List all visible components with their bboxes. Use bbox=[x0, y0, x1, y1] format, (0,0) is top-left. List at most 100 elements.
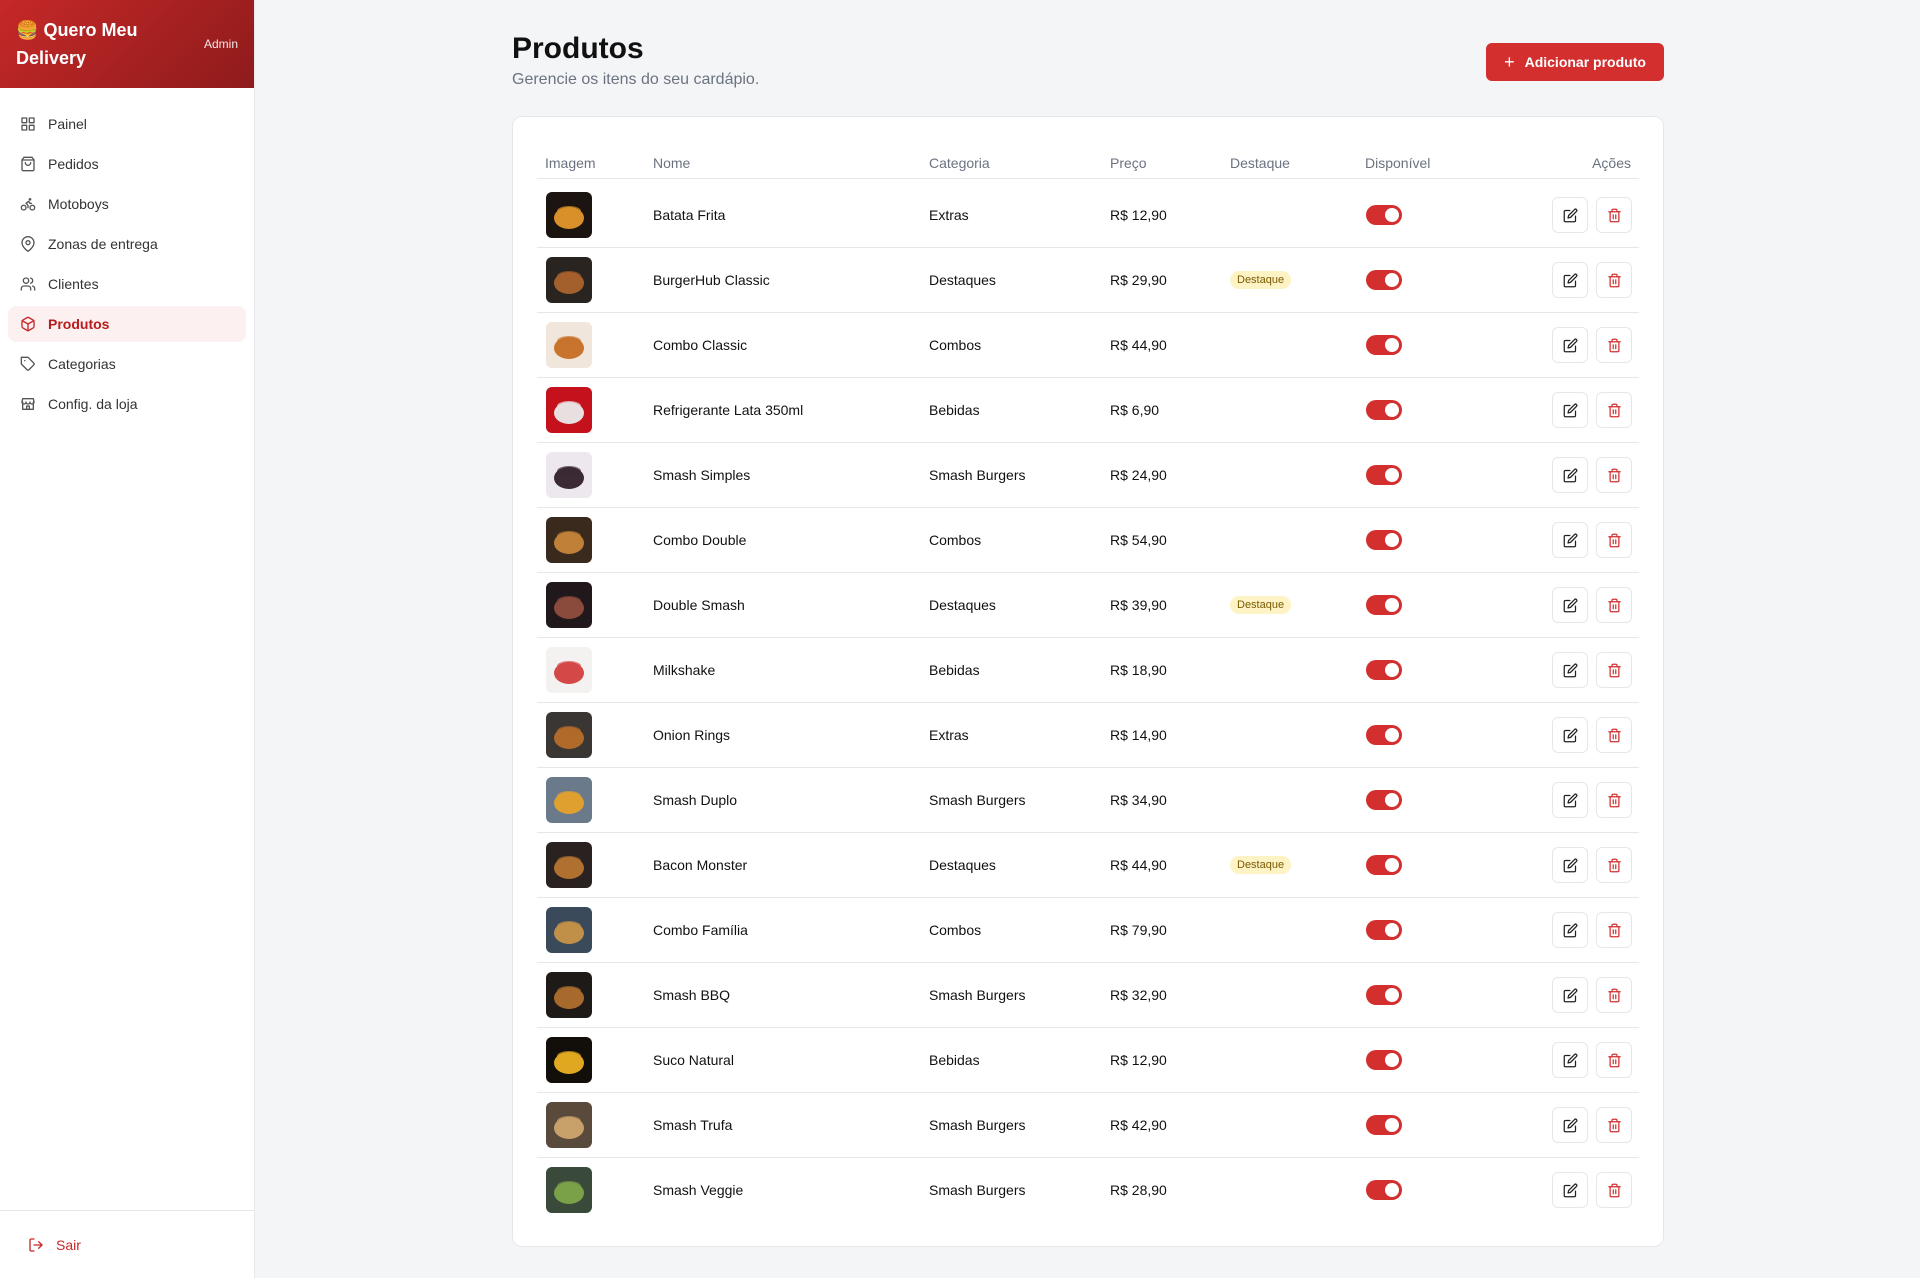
edit-button[interactable] bbox=[1552, 977, 1588, 1013]
sidebar-item-painel[interactable]: Painel bbox=[8, 106, 246, 142]
edit-icon bbox=[1563, 663, 1577, 677]
trash-icon bbox=[1607, 208, 1621, 222]
edit-button[interactable] bbox=[1552, 1107, 1588, 1143]
edit-button[interactable] bbox=[1552, 522, 1588, 558]
add-product-button[interactable]: + Adicionar produto bbox=[1486, 43, 1664, 81]
trash-icon bbox=[1607, 273, 1621, 287]
available-toggle[interactable] bbox=[1366, 1115, 1402, 1135]
edit-button[interactable] bbox=[1552, 1042, 1588, 1078]
available-toggle[interactable] bbox=[1366, 530, 1402, 550]
edit-button[interactable] bbox=[1552, 717, 1588, 753]
edit-button[interactable] bbox=[1552, 847, 1588, 883]
available-toggle[interactable] bbox=[1366, 595, 1402, 615]
product-price: R$ 44,90 bbox=[1110, 857, 1167, 873]
available-toggle[interactable] bbox=[1366, 335, 1402, 355]
trash-icon bbox=[1607, 923, 1621, 937]
table-row: Smash Duplo Smash Burgers R$ 34,90 bbox=[537, 768, 1639, 833]
delete-button[interactable] bbox=[1596, 717, 1632, 753]
product-image bbox=[546, 972, 592, 1018]
available-toggle[interactable] bbox=[1366, 660, 1402, 680]
trash-icon bbox=[1607, 338, 1621, 352]
available-toggle[interactable] bbox=[1366, 270, 1402, 290]
available-toggle[interactable] bbox=[1366, 725, 1402, 745]
brand-name[interactable]: 🍔 Quero Meu Delivery bbox=[16, 16, 156, 72]
available-toggle[interactable] bbox=[1366, 1050, 1402, 1070]
sidebar-item-categorias[interactable]: Categorias bbox=[8, 346, 246, 382]
delete-button[interactable] bbox=[1596, 522, 1632, 558]
edit-button[interactable] bbox=[1552, 327, 1588, 363]
available-toggle[interactable] bbox=[1366, 790, 1402, 810]
delete-button[interactable] bbox=[1596, 327, 1632, 363]
sidebar-item-pedidos[interactable]: Pedidos bbox=[8, 146, 246, 182]
product-category: Smash Burgers bbox=[929, 987, 1026, 1003]
plus-icon: + bbox=[1504, 52, 1515, 72]
header-price: Preço bbox=[1110, 155, 1147, 171]
header-available: Disponível bbox=[1365, 155, 1431, 171]
edit-button[interactable] bbox=[1552, 262, 1588, 298]
available-toggle[interactable] bbox=[1366, 855, 1402, 875]
sidebar-item-produtos[interactable]: Produtos bbox=[8, 306, 246, 342]
sidebar-item-label: Pedidos bbox=[48, 156, 99, 172]
edit-icon bbox=[1563, 403, 1577, 417]
product-price: R$ 29,90 bbox=[1110, 272, 1167, 288]
delete-button[interactable] bbox=[1596, 587, 1632, 623]
product-price: R$ 42,90 bbox=[1110, 1117, 1167, 1133]
delete-button[interactable] bbox=[1596, 392, 1632, 428]
product-category: Smash Burgers bbox=[929, 792, 1026, 808]
delete-button[interactable] bbox=[1596, 197, 1632, 233]
product-image bbox=[546, 582, 592, 628]
edit-icon bbox=[1563, 1118, 1577, 1132]
sidebar-item-clientes[interactable]: Clientes bbox=[8, 266, 246, 302]
product-image bbox=[546, 1102, 592, 1148]
delete-button[interactable] bbox=[1596, 782, 1632, 818]
edit-button[interactable] bbox=[1552, 197, 1588, 233]
available-toggle[interactable] bbox=[1366, 465, 1402, 485]
edit-button[interactable] bbox=[1552, 457, 1588, 493]
product-image bbox=[546, 387, 592, 433]
product-category: Combos bbox=[929, 922, 982, 938]
edit-button[interactable] bbox=[1552, 782, 1588, 818]
sidebar-item-config-da-loja[interactable]: Config. da loja bbox=[8, 386, 246, 422]
available-toggle[interactable] bbox=[1366, 400, 1402, 420]
trash-icon bbox=[1607, 793, 1621, 807]
product-price: R$ 34,90 bbox=[1110, 792, 1167, 808]
edit-button[interactable] bbox=[1552, 392, 1588, 428]
available-toggle[interactable] bbox=[1366, 1180, 1402, 1200]
sidebar-item-zonas-de-entrega[interactable]: Zonas de entrega bbox=[8, 226, 246, 262]
available-toggle[interactable] bbox=[1366, 205, 1402, 225]
table-row: Smash BBQ Smash Burgers R$ 32,90 bbox=[537, 963, 1639, 1028]
edit-button[interactable] bbox=[1552, 652, 1588, 688]
product-name: Batata Frita bbox=[653, 207, 726, 223]
table-row: Smash Veggie Smash Burgers R$ 28,90 bbox=[537, 1158, 1639, 1223]
delete-button[interactable] bbox=[1596, 1107, 1632, 1143]
edit-button[interactable] bbox=[1552, 912, 1588, 948]
edit-icon bbox=[1563, 338, 1577, 352]
sidebar: 🍔 Quero Meu Delivery Admin Painel Pedidos… bbox=[0, 0, 255, 1278]
edit-button[interactable] bbox=[1552, 587, 1588, 623]
available-toggle[interactable] bbox=[1366, 920, 1402, 940]
delete-button[interactable] bbox=[1596, 1042, 1632, 1078]
table-row: Suco Natural Bebidas R$ 12,90 bbox=[537, 1028, 1639, 1093]
available-toggle[interactable] bbox=[1366, 985, 1402, 1005]
product-category: Smash Burgers bbox=[929, 1182, 1026, 1198]
table-row: Bacon Monster Destaques R$ 44,90 Destaque bbox=[537, 833, 1639, 898]
product-price: R$ 18,90 bbox=[1110, 662, 1167, 678]
product-image bbox=[546, 517, 592, 563]
delete-button[interactable] bbox=[1596, 262, 1632, 298]
product-price: R$ 6,90 bbox=[1110, 402, 1160, 418]
edit-button[interactable] bbox=[1552, 1172, 1588, 1208]
delete-button[interactable] bbox=[1596, 457, 1632, 493]
product-name: Refrigerante Lata 350ml bbox=[653, 402, 804, 418]
delete-button[interactable] bbox=[1596, 977, 1632, 1013]
delete-button[interactable] bbox=[1596, 1172, 1632, 1208]
sidebar-item-motoboys[interactable]: Motoboys bbox=[8, 186, 246, 222]
delete-button[interactable] bbox=[1596, 912, 1632, 948]
logout-icon bbox=[29, 1237, 43, 1252]
delete-button[interactable] bbox=[1596, 652, 1632, 688]
product-image bbox=[546, 452, 592, 498]
delete-button[interactable] bbox=[1596, 847, 1632, 883]
logout-button[interactable]: Sair bbox=[0, 1210, 254, 1278]
brand-header: 🍔 Quero Meu Delivery Admin bbox=[0, 0, 254, 88]
product-name: Smash BBQ bbox=[653, 987, 731, 1003]
product-name: Smash Veggie bbox=[653, 1182, 744, 1198]
